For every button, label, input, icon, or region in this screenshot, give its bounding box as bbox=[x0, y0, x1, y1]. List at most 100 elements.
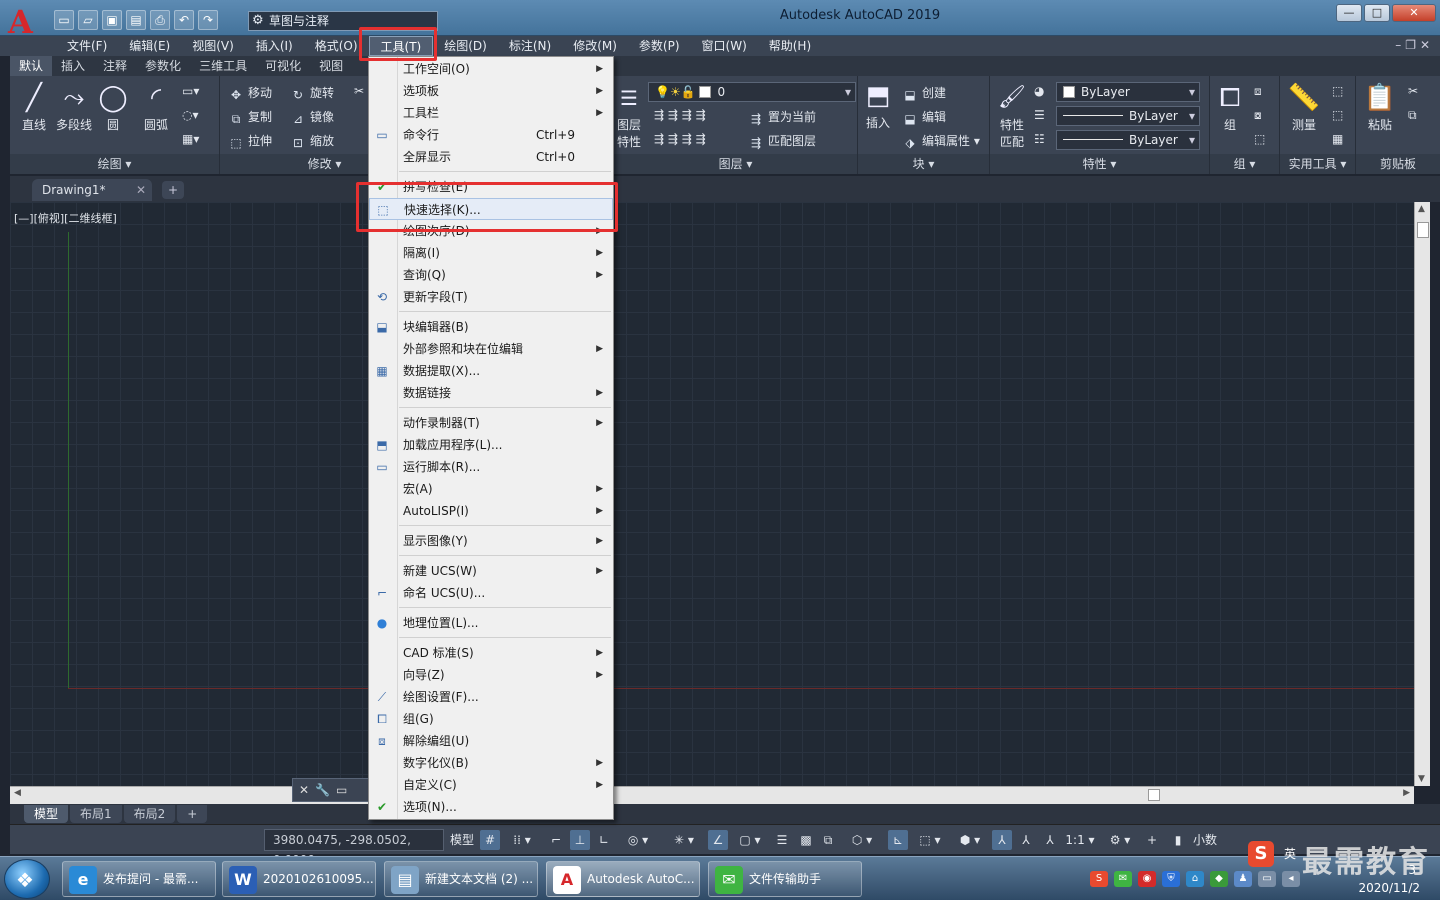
model-space-button[interactable]: 模型 bbox=[448, 830, 476, 850]
3d-osnap-icon[interactable]: ⬡ ▾ bbox=[842, 830, 882, 850]
grid-icon[interactable]: # bbox=[480, 830, 500, 850]
layout-tab-0[interactable]: 模型 bbox=[24, 805, 69, 823]
new-tab-button[interactable]: + bbox=[162, 181, 184, 199]
ribbon-tab-3[interactable]: 参数化 bbox=[136, 56, 190, 76]
menu-item-6[interactable]: 绘图(D) bbox=[433, 36, 498, 56]
scale-button[interactable]: ⊡ 缩放 bbox=[290, 132, 334, 150]
wechat-tray-icon[interactable]: ✉ bbox=[1114, 871, 1132, 887]
units-icon[interactable]: ▮ bbox=[1168, 830, 1188, 850]
draw-panel-title[interactable]: 绘图 ▾ bbox=[10, 154, 219, 174]
dynamic-ucs-icon[interactable]: ⊾ bbox=[888, 830, 908, 850]
tools-menu-item-17[interactable]: ▭ 运行脚本(R)... bbox=[369, 456, 613, 478]
isodraft-icon[interactable]: ✳ ▾ bbox=[664, 830, 704, 850]
dynamic-input-icon[interactable]: ⊥ bbox=[570, 830, 590, 850]
tools-menu-item-13[interactable]: ▦ 数据提取(X)... bbox=[369, 360, 613, 382]
ribbon-tab-2[interactable]: 注释 bbox=[94, 56, 136, 76]
tools-menu-item-25[interactable]: 向导(Z) ▶ bbox=[369, 664, 613, 686]
measure-button[interactable]: 📏 测量 bbox=[1282, 82, 1326, 133]
annotation-visibility-icon[interactable]: ⅄ bbox=[992, 830, 1012, 850]
vertical-scroll-thumb[interactable] bbox=[1417, 222, 1429, 238]
scroll-right-icon[interactable]: ▶ bbox=[1403, 788, 1410, 798]
tools-menu-item-24[interactable]: CAD 标准(S) ▶ bbox=[369, 642, 613, 664]
tools-menu-item-19[interactable]: AutoLISP(I) ▶ bbox=[369, 500, 613, 522]
annotation-scale-select[interactable]: 1:1 ▾ bbox=[1062, 830, 1098, 850]
line-button[interactable]: ╱ 直线 bbox=[14, 82, 54, 133]
gizmo-icon[interactable]: ⬢ ▾ bbox=[952, 830, 988, 850]
layout-tab-1[interactable]: 布局1 bbox=[70, 805, 122, 823]
menu-item-9[interactable]: 参数(P) bbox=[628, 36, 691, 56]
ortho-icon[interactable]: ∟ bbox=[594, 830, 614, 850]
security-tray-icon[interactable]: ⛨ bbox=[1162, 871, 1180, 887]
drawing-canvas[interactable]: [—][俯视][二维线框] bbox=[10, 202, 1414, 786]
ribbon-tab-0[interactable]: 默认 bbox=[10, 56, 53, 76]
volume-icon[interactable]: ◂ bbox=[1282, 871, 1300, 887]
quick-select-small-icon[interactable]: ⬚ bbox=[1332, 84, 1343, 98]
layer-properties-button[interactable]: ☰ 图层 特性 bbox=[614, 82, 644, 150]
layout-tab-2[interactable]: 布局2 bbox=[123, 805, 176, 823]
new-file-icon[interactable]: ▭ bbox=[54, 10, 74, 30]
qq-tray-icon[interactable]: ♟ bbox=[1234, 871, 1252, 887]
save-icon[interactable]: ▣ bbox=[102, 10, 122, 30]
stretch-button[interactable]: ⬚ 拉伸 bbox=[228, 132, 272, 150]
group-edit-icon[interactable]: ⧇ bbox=[1254, 108, 1262, 123]
selection-filter-icon[interactable]: ⬚ ▾ bbox=[912, 830, 948, 850]
network-tray-icon[interactable]: ⌂ bbox=[1186, 871, 1204, 887]
tools-menu-item-4[interactable]: 全屏显示 Ctrl+0 bbox=[369, 146, 613, 168]
close-tab-icon[interactable]: ✕ bbox=[136, 179, 146, 201]
tools-menu-item-15[interactable]: 动作录制器(T) ▶ bbox=[369, 412, 613, 434]
color-wheel-icon[interactable]: ◕ bbox=[1034, 84, 1044, 98]
group-button[interactable]: ⧠ 组 bbox=[1212, 82, 1248, 133]
sogou-ime-icon[interactable]: S bbox=[1248, 841, 1274, 867]
layer-select[interactable]: 💡☀🔓 0 bbox=[648, 82, 856, 102]
move-button[interactable]: ✥ 移动 bbox=[228, 84, 272, 102]
tools-menu-item-10[interactable]: ⟲ 更新字段(T) bbox=[369, 286, 613, 308]
edit-attributes-button[interactable]: ⬗ 编辑属性 ▾ bbox=[902, 132, 979, 150]
lineweight-select[interactable]: ByLayer bbox=[1056, 130, 1200, 150]
ribbon-tab-5[interactable]: 可视化 bbox=[256, 56, 310, 76]
scroll-up-icon[interactable]: ▲ bbox=[1418, 204, 1425, 214]
group-select-icon[interactable]: ⬚ bbox=[1254, 132, 1265, 146]
tools-menu-item-21[interactable]: 新建 UCS(W) ▶ bbox=[369, 560, 613, 582]
viewport-controls[interactable]: [—][俯视][二维线框] bbox=[14, 210, 117, 226]
menu-item-10[interactable]: 窗口(W) bbox=[691, 36, 758, 56]
tools-menu-item-30[interactable]: 自定义(C) ▶ bbox=[369, 774, 613, 796]
save-as-icon[interactable]: ▤ bbox=[126, 10, 146, 30]
match-layer-button[interactable]: ⇶ 匹配图层 bbox=[748, 132, 816, 150]
weibo-tray-icon[interactable]: ◉ bbox=[1138, 871, 1156, 887]
linetype-icon[interactable]: ☰ bbox=[1034, 108, 1045, 122]
command-line-bar[interactable]: ✕ 🔧 ▭ bbox=[292, 778, 372, 802]
match-properties-button[interactable]: 🖌 特性 匹配 bbox=[994, 82, 1030, 150]
menu-item-1[interactable]: 编辑(E) bbox=[118, 36, 181, 56]
horizontal-scrollbar[interactable]: ◀ ▶ bbox=[10, 786, 1414, 804]
maximize-button[interactable]: □ bbox=[1364, 4, 1390, 22]
clock[interactable]: 3 2020/11/2 bbox=[1358, 863, 1420, 895]
command-prompt-icon[interactable]: ▭ bbox=[336, 783, 347, 797]
open-file-icon[interactable]: ▱ bbox=[78, 10, 98, 30]
modify-panel-title[interactable]: 修改 ▾ bbox=[220, 154, 369, 174]
hatch-icon[interactable]: ◌▾ bbox=[182, 108, 199, 122]
layer-tools-row-1[interactable]: ⇶ ⇶ ⇶ ⇶ bbox=[654, 108, 706, 122]
tools-menu-item-12[interactable]: 外部参照和块在位编辑 ▶ bbox=[369, 338, 613, 360]
menu-item-7[interactable]: 标注(N) bbox=[498, 36, 562, 56]
gradient-icon[interactable]: ▦▾ bbox=[182, 132, 199, 146]
paste-button[interactable]: 📋 粘贴 bbox=[1360, 82, 1400, 133]
tools-menu-item-9[interactable]: 查询(Q) ▶ bbox=[369, 264, 613, 286]
coordinates-readout[interactable]: 3980.0475, -298.0502, 0.0000 bbox=[264, 829, 444, 867]
ungroup-icon[interactable]: ⧈ bbox=[1254, 84, 1262, 99]
calculator-icon[interactable]: ▦ bbox=[1332, 132, 1343, 146]
linetype-select[interactable]: ByLayer bbox=[1056, 106, 1200, 126]
display-tray-icon[interactable]: ▭ bbox=[1258, 871, 1276, 887]
ribbon-tab-6[interactable]: 视图 bbox=[310, 56, 352, 76]
layer-tools-row-2[interactable]: ⇶ ⇶ ⇶ ⇶ bbox=[654, 132, 706, 146]
lineweight-icon[interactable]: ☷ bbox=[1034, 132, 1045, 146]
annotation-monitor-icon[interactable]: + bbox=[1142, 830, 1162, 850]
transparency-icon[interactable]: ▩ bbox=[796, 830, 816, 850]
taskbar-item-ie[interactable]: e 发布提问 - 最需... bbox=[62, 861, 216, 897]
tools-menu-item-31[interactable]: ✔ 选项(N)... bbox=[369, 796, 613, 818]
block-panel-title[interactable]: 块 ▾ bbox=[858, 154, 989, 174]
minimize-button[interactable]: — bbox=[1336, 4, 1362, 22]
mirror-button[interactable]: ⊿ 镜像 bbox=[290, 108, 334, 126]
select-all-icon[interactable]: ⬚ bbox=[1332, 108, 1343, 122]
utilities-panel-title[interactable]: 实用工具 ▾ bbox=[1280, 154, 1355, 174]
tools-menu-item-14[interactable]: 数据链接 ▶ bbox=[369, 382, 613, 404]
